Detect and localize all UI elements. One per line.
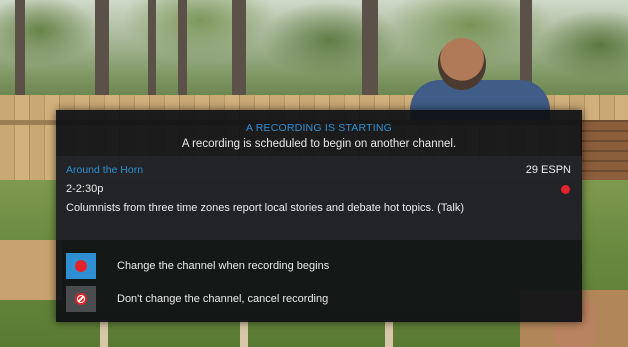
- dialog-title: A RECORDING IS STARTING: [246, 122, 392, 134]
- program-description: Columnists from three time zones report …: [66, 202, 465, 214]
- recording-dialog: A RECORDING IS STARTING A recording is s…: [56, 110, 582, 322]
- change-channel-label: Change the channel when recording begins: [117, 260, 330, 272]
- channel-label: 29 ESPN: [525, 164, 571, 176]
- program-title: Around the Horn: [66, 164, 144, 176]
- change-channel-option[interactable]: Change the channel when recording begins: [66, 252, 572, 280]
- record-dot-icon: [561, 185, 570, 194]
- cancel-icon: [75, 293, 87, 305]
- record-icon: [75, 260, 87, 272]
- program-info-panel: Around the Horn 29 ESPN 2-2:30p Columnis…: [56, 156, 582, 240]
- option-icon-box: [66, 286, 96, 312]
- dialog-subtitle: A recording is scheduled to begin on ano…: [181, 138, 457, 150]
- cancel-recording-option[interactable]: Don't change the channel, cancel recordi…: [66, 285, 572, 313]
- program-time: 2-2:30p: [66, 183, 104, 195]
- cancel-recording-label: Don't change the channel, cancel recordi…: [117, 293, 329, 305]
- option-icon-box: [66, 253, 96, 279]
